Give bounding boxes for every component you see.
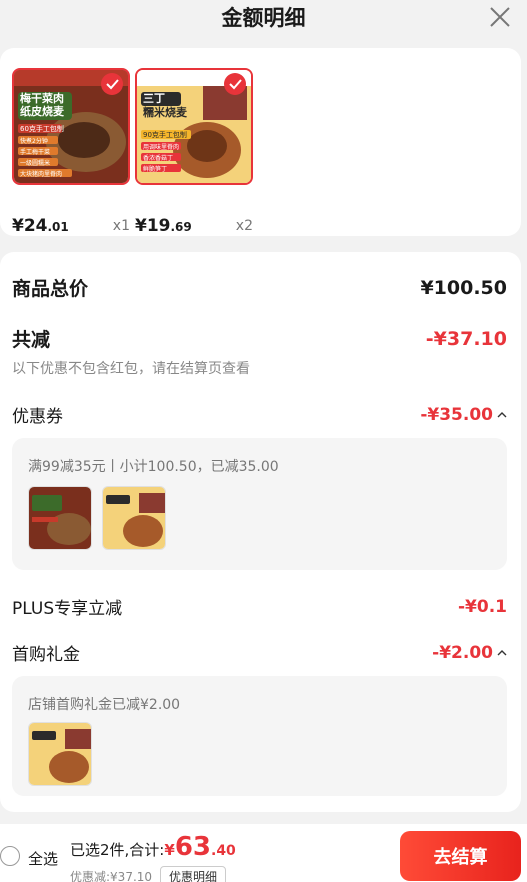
coupon-product-thumb bbox=[102, 486, 166, 550]
total-row: 商品总价 ¥100.50 bbox=[12, 274, 507, 301]
product-quantity: x1 bbox=[112, 218, 130, 234]
close-icon[interactable] bbox=[487, 4, 513, 30]
plus-row: PLUS专享立减 -¥0.1 bbox=[12, 594, 507, 620]
product-thumbnail: 梅干菜肉 纸皮烧麦 60克手工包制 快煮2分钟 手工梅干菜 一级圆糯米 大块猪肉… bbox=[12, 68, 130, 185]
product-name-line: 糯米烧麦 bbox=[143, 106, 187, 119]
reduce-label: 共减 bbox=[12, 329, 51, 351]
product-tag: 鲜脆笋丁 bbox=[143, 166, 168, 173]
product-promo: 60克手工包制 bbox=[20, 125, 64, 133]
product-name-line: 三丁 bbox=[143, 92, 165, 105]
product-tag: 快煮2分钟 bbox=[20, 138, 48, 145]
reduce-row: 共减 -¥37.10 bbox=[12, 325, 507, 352]
product-tag: 香浓香菇丁 bbox=[143, 155, 174, 162]
product-promo: 90克手工包制 bbox=[143, 131, 187, 139]
gift-label: 首购礼金 bbox=[12, 645, 80, 665]
coupon-detail-box: 满99减35元丨小计100.50，已减35.00 bbox=[12, 438, 507, 570]
product-name-line: 梅干菜肉 bbox=[20, 92, 64, 105]
chevron-up-icon[interactable] bbox=[497, 410, 507, 420]
discount-text: 优惠减:¥37.10 bbox=[70, 870, 153, 882]
gift-row[interactable]: 首购礼金 -¥2.00 bbox=[12, 640, 507, 665]
price-detail-card: 商品总价 ¥100.50 共减 -¥37.10 以下优惠不包含红包，请在结算页查… bbox=[0, 252, 521, 812]
coupon-description: 满99减35元丨小计100.50，已减35.00 bbox=[28, 459, 279, 475]
checkout-button[interactable]: 去结算 bbox=[400, 831, 521, 881]
modal-title: 金额明细 bbox=[221, 6, 306, 30]
coupon-label: 优惠券 bbox=[12, 407, 63, 427]
product-item[interactable]: 梅干菜肉 纸皮烧麦 60克手工包制 快煮2分钟 手工梅干菜 一级圆糯米 大块猪肉… bbox=[12, 68, 130, 236]
product-tag: 大块猪肉里脊肉 bbox=[20, 171, 63, 178]
chevron-up-icon[interactable] bbox=[497, 648, 507, 658]
modal-header: 金额明细 bbox=[0, 0, 527, 38]
reduce-note: 以下优惠不包含红包，请在结算页查看 bbox=[12, 361, 250, 377]
product-thumbnail: 三丁 糯米烧麦 90克手工包制 用调味里脊肉 香浓香菇丁 鲜脆笋丁 bbox=[135, 68, 253, 185]
gift-product-thumb bbox=[28, 722, 92, 786]
select-all-radio[interactable] bbox=[0, 846, 20, 866]
plus-value: -¥0.1 bbox=[458, 596, 507, 617]
select-all-label[interactable]: 全选 bbox=[28, 848, 58, 869]
product-tag: 手工梅干菜 bbox=[20, 149, 51, 156]
coupon-row[interactable]: 优惠券 -¥35.00 bbox=[12, 402, 507, 427]
selection-summary: 已选2件,合计:¥63.40 bbox=[70, 832, 236, 862]
total-value: ¥100.50 bbox=[420, 276, 507, 299]
product-price: ¥24.01 bbox=[12, 216, 69, 236]
gift-detail-box: 店铺首购礼金已减¥2.00 bbox=[12, 676, 507, 796]
reduce-value: -¥37.10 bbox=[425, 327, 507, 350]
products-card: 梅干菜肉 纸皮烧麦 60克手工包制 快煮2分钟 手工梅干菜 一级圆糯米 大块猪肉… bbox=[0, 48, 521, 236]
discount-detail-button[interactable]: 优惠明细 bbox=[160, 866, 227, 882]
total-amount: ¥63.40 bbox=[164, 832, 236, 862]
coupon-value: -¥35.00 bbox=[420, 404, 493, 425]
product-quantity: x2 bbox=[235, 218, 253, 234]
product-tag: 用调味里脊肉 bbox=[143, 144, 180, 151]
product-item[interactable]: 三丁 糯米烧麦 90克手工包制 用调味里脊肉 香浓香菇丁 鲜脆笋丁 ¥19.69… bbox=[135, 68, 253, 236]
plus-label: PLUS专享立减 bbox=[12, 599, 123, 619]
checkout-bar: 全选 已选2件,合计:¥63.40 优惠减:¥37.10 优惠明细 去结算 bbox=[0, 824, 527, 882]
gift-value: -¥2.00 bbox=[432, 642, 493, 663]
product-name-line: 纸皮烧麦 bbox=[20, 105, 64, 118]
product-price: ¥19.69 bbox=[135, 216, 192, 236]
coupon-product-thumb bbox=[28, 486, 92, 550]
gift-description: 店铺首购礼金已减¥2.00 bbox=[28, 697, 181, 713]
total-label: 商品总价 bbox=[12, 278, 89, 300]
product-tag: 一级圆糯米 bbox=[20, 160, 51, 167]
